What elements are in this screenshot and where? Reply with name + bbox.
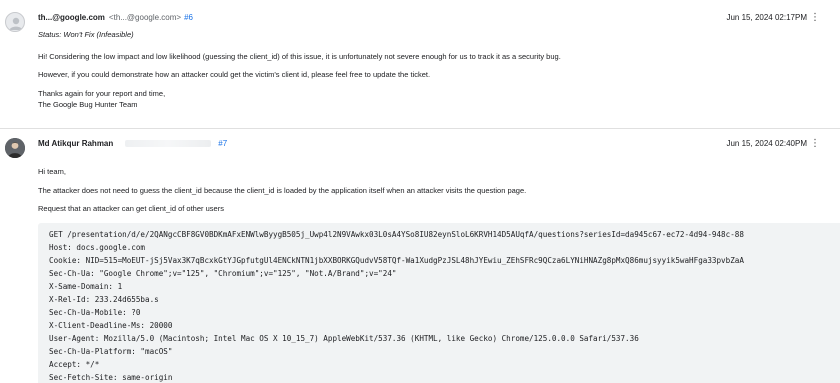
avatar [5,12,25,32]
body-paragraph: However, if you could demonstrate how an… [38,70,431,79]
body-paragraph: Thanks again for your report and time, [38,89,166,98]
sender: Md Atikqur Rahman #7 [38,139,227,148]
comment-divider [0,128,840,129]
comment-date: Jun 15, 2024 02:17PM [726,13,807,22]
comment-date: Jun 15, 2024 02:40PM [726,139,807,148]
code-line: X-Client-Deadline-Ms: 20000 [49,321,173,330]
status-line: Status: Won't Fix (Infeasible) [38,30,134,39]
sender-email: <th...@google.com> [108,13,182,22]
comment-number-link[interactable]: #6 [184,13,193,22]
code-line: Sec-Fetch-Site: same-origin [49,373,173,382]
code-line: Sec-Ch-Ua: "Google Chrome";v="125", "Chr… [49,269,397,278]
code-line: X-Same-Domain: 1 [49,282,123,291]
person-icon [9,17,23,30]
code-line: Sec-Ch-Ua-Platform: "macOS" [49,347,173,356]
sender-name: Md Atikqur Rahman [38,139,114,148]
sender-name: th...@google.com [38,13,105,22]
profile-photo-icon [5,138,25,158]
body-paragraph: Hi! Considering the low impact and low l… [38,52,561,61]
code-line: Cookie: NID=515=MoEUT-jSj5Vax3K7qBcxkGtY… [49,256,744,265]
sender: th...@google.com <th...@google.com> #6 [38,13,193,22]
sender-email-redacted [125,140,212,148]
more-vert-icon[interactable]: ⋮ [810,139,820,149]
body-paragraph: The attacker does not need to guess the … [38,186,527,195]
comment-number-link[interactable]: #7 [218,139,227,148]
code-line: Host: docs.google.com [49,243,146,252]
avatar [5,138,25,158]
code-line: GET /presentation/d/e/2QANgcCBF8GV0BDKmA… [49,230,744,239]
code-line: X-Rel-Id: 233.24d655ba.s [49,295,159,304]
more-vert-icon[interactable]: ⋮ [810,13,820,23]
code-line: Sec-Ch-Ua-Mobile: ?0 [49,308,141,317]
code-line: User-Agent: Mozilla/5.0 (Macintosh; Inte… [49,334,639,343]
code-block: GET /presentation/d/e/2QANgcCBF8GV0BDKmA… [38,223,840,383]
code-line: Accept: */* [49,360,100,369]
body-paragraph: Request that an attacker can get client_… [38,204,224,213]
body-paragraph: The Google Bug Hunter Team [38,100,138,109]
body-paragraph: Hi team, [38,167,66,176]
